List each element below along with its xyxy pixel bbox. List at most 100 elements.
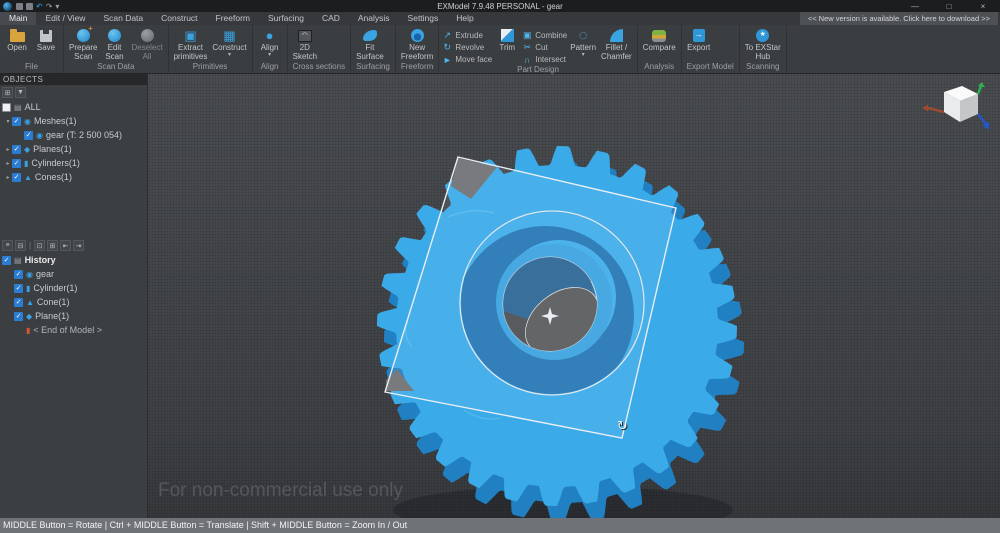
history-list-icon[interactable]: ≡: [2, 240, 13, 251]
compare-button[interactable]: Compare: [641, 27, 678, 53]
titlebar: ↶ ↷ ▾ EXModel 7.9.48 PERSONAL - gear — □…: [0, 0, 1000, 12]
history-item-root[interactable]: ✓ ▤ History: [0, 253, 147, 267]
tree-item-cones[interactable]: ▸ ✓ ▲ Cones(1): [0, 170, 147, 184]
update-notice[interactable]: << New version is available. Click here …: [800, 12, 998, 25]
to-exstar-hub-button[interactable]: ★ To EXStar Hub: [743, 27, 783, 61]
go-first-icon[interactable]: ⇤: [60, 240, 71, 251]
align-icon: ●: [266, 27, 274, 44]
history-item-cylinder[interactable]: ✓ ▮ Cylinder(1): [0, 281, 147, 295]
fillet-chamfer-button[interactable]: Fillet / Chamfer: [599, 27, 634, 61]
new-freeform-button[interactable]: New Freeform: [399, 27, 435, 61]
checkbox-history[interactable]: ✓: [2, 256, 11, 265]
checkbox-all[interactable]: ✓: [2, 103, 11, 112]
menu-freeform[interactable]: Freeform: [207, 12, 259, 25]
extract-primitives-button[interactable]: ▣ Extract primitives: [172, 27, 210, 61]
menu-cad[interactable]: CAD: [313, 12, 349, 25]
extract-primitives-icon: ▣: [184, 27, 196, 44]
trim-icon: [501, 29, 514, 42]
rotate-cursor-icon: ↻ ↻: [617, 419, 629, 435]
open-button[interactable]: Open: [3, 27, 31, 53]
x-axis-icon: [922, 105, 928, 112]
intersect-button[interactable]: ∩ Intersect: [522, 54, 567, 65]
move-face-button[interactable]: ► Move face: [442, 54, 492, 65]
close-button[interactable]: ×: [966, 2, 1000, 11]
export-button[interactable]: → Export: [685, 27, 713, 53]
checkbox-meshes[interactable]: ✓: [12, 117, 21, 126]
group-label-surfacing: Surfacing: [353, 62, 393, 73]
pattern-dropdown-icon: ▾: [582, 53, 585, 58]
objects-panel-toolbar: ⊞ ▼: [0, 85, 147, 100]
menu-construct[interactable]: Construct: [152, 12, 206, 25]
checkbox-planes[interactable]: ✓: [12, 145, 21, 154]
align-button[interactable]: ● Align ▾: [256, 27, 284, 58]
tree-item-gear[interactable]: ✓ ◉ gear (T: 2 500 054): [0, 128, 147, 142]
menu-analysis[interactable]: Analysis: [349, 12, 399, 25]
checkbox-history-plane[interactable]: ✓: [14, 312, 23, 321]
window-title: EXModel 7.9.48 PERSONAL - gear: [0, 2, 1000, 11]
chevron-down-icon[interactable]: ▾: [4, 118, 12, 125]
pattern-button[interactable]: ◌ Pattern ▾: [568, 27, 598, 58]
history-expand-icon[interactable]: ⊡: [34, 240, 45, 251]
group-label-freeform: Freeform: [398, 62, 436, 73]
tree-item-meshes[interactable]: ▾ ✓ ◉ Meshes(1): [0, 114, 147, 128]
filter-icon[interactable]: ▼: [15, 87, 26, 98]
tree-item-cylinders[interactable]: ▸ ✓ ▮ Cylinders(1): [0, 156, 147, 170]
cut-button[interactable]: ✂ Cut: [522, 42, 567, 53]
deselect-all-button[interactable]: Deselect All: [129, 27, 164, 61]
ribbon-group-primitives: ▣ Extract primitives ▦ Construct ▾ Primi…: [169, 25, 253, 73]
combine-button[interactable]: ▣ Combine: [522, 30, 567, 41]
construct-button[interactable]: ▦ Construct ▾: [210, 27, 248, 58]
3d-viewport[interactable]: ↻ ↻ For non-commercial use only: [148, 74, 1000, 518]
checkbox-history-cylinder[interactable]: ✓: [14, 284, 23, 293]
group-label-scan-data: Scan Data: [66, 62, 166, 73]
tree-item-planes[interactable]: ▸ ✓ ◆ Planes(1): [0, 142, 147, 156]
checkbox-history-cone[interactable]: ✓: [14, 298, 23, 307]
statusbar: MIDDLE Button = Rotate | Ctrl + MIDDLE B…: [0, 518, 1000, 533]
align-dropdown-icon: ▾: [268, 53, 271, 58]
minimize-button[interactable]: —: [898, 2, 932, 11]
history-icon: ▤: [14, 256, 22, 265]
history-item-plane[interactable]: ✓ ◆ Plane(1): [0, 309, 147, 323]
history-item-gear[interactable]: ✓ ◉ gear: [0, 267, 147, 281]
prepare-scan-button[interactable]: + Prepare Scan: [67, 27, 99, 61]
ribbon-group-scanning: ★ To EXStar Hub Scanning: [740, 25, 787, 73]
fit-surface-button[interactable]: Fit Surface: [354, 27, 386, 61]
menu-help[interactable]: Help: [447, 12, 482, 25]
extrude-button[interactable]: ↗ Extrude: [442, 30, 492, 41]
checkbox-gear[interactable]: ✓: [24, 131, 33, 140]
maximize-button[interactable]: □: [932, 2, 966, 11]
menu-settings[interactable]: Settings: [399, 12, 448, 25]
revolve-button[interactable]: ↻ Revolve: [442, 42, 492, 53]
app-window: ↶ ↷ ▾ EXModel 7.9.48 PERSONAL - gear — □…: [0, 0, 1000, 533]
menu-surfacing[interactable]: Surfacing: [259, 12, 313, 25]
new-freeform-icon: [411, 29, 424, 42]
checkbox-history-gear[interactable]: ✓: [14, 270, 23, 279]
save-button[interactable]: Save: [32, 27, 60, 53]
chevron-right-icon[interactable]: ▸: [4, 174, 12, 181]
menu-main[interactable]: Main: [0, 12, 36, 25]
edit-scan-button[interactable]: Edit Scan: [100, 27, 128, 61]
svg-text:↻: ↻: [617, 419, 628, 434]
history-panel-toolbar: ≡ ⊟ | ⊡ ⊞ ⇤ ⇥: [0, 238, 147, 253]
expand-all-icon[interactable]: ⊞: [2, 87, 13, 98]
history-item-end-of-model[interactable]: ▮ < End of Model >: [0, 323, 147, 337]
ribbon-group-part-design: ↗ Extrude ↻ Revolve ► Move face Trim: [439, 25, 637, 73]
chevron-right-icon[interactable]: ▸: [4, 160, 12, 167]
navigation-cube[interactable]: [922, 82, 994, 142]
history-collapse-icon[interactable]: ⊞: [47, 240, 58, 251]
go-last-icon[interactable]: ⇥: [73, 240, 84, 251]
history-item-cone[interactable]: ✓ ▲ Cone(1): [0, 295, 147, 309]
menu-scan-data[interactable]: Scan Data: [94, 12, 152, 25]
chevron-right-icon[interactable]: ▸: [4, 146, 12, 153]
history-tree-icon[interactable]: ⊟: [15, 240, 26, 251]
2d-sketch-button[interactable]: ◠ 2D Sketch: [291, 27, 319, 61]
fit-plane[interactable]: [385, 157, 676, 438]
checkbox-cylinders[interactable]: ✓: [12, 159, 21, 168]
gear-icon: ◉: [26, 270, 33, 279]
2d-sketch-icon: ◠: [298, 30, 312, 42]
trim-button[interactable]: Trim: [493, 27, 521, 53]
tree-item-all[interactable]: ✓ ▤ ALL: [0, 100, 147, 114]
checkbox-cones[interactable]: ✓: [12, 173, 21, 182]
gear-model[interactable]: ↻ ↻: [148, 74, 1000, 518]
menu-edit-view[interactable]: Edit / View: [36, 12, 94, 25]
